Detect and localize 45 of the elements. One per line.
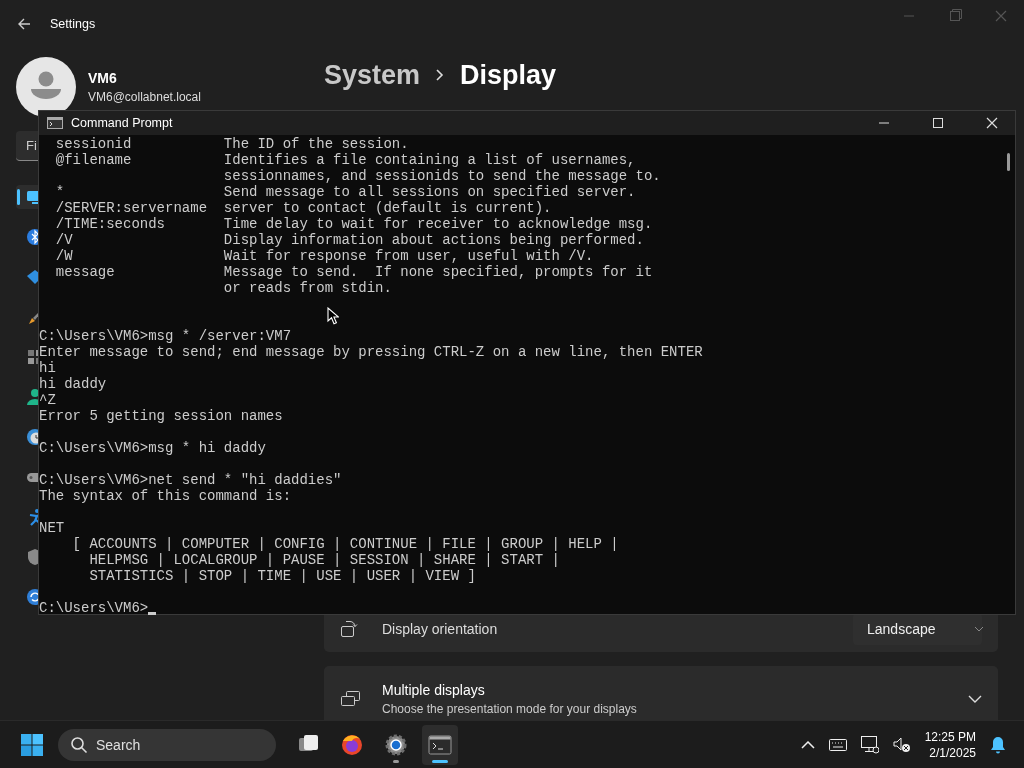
user-email: VM6@collabnet.local — [88, 90, 201, 104]
taskbar-app-button[interactable] — [422, 724, 458, 765]
chevron-down-icon[interactable] — [968, 695, 982, 703]
console-output: C:\Users\VM6>msg * /server:VM7 Enter message to send; end message by pressing CTRL-Z on a new line, then ENTER hi hi daddy ^Z Error 5 getting session names C:\Users\VM6>msg * hi daddy C:\Users\VM6>net send * "hi daddies" The syntax of this command is: NET [ ACCOUNTS | COMPUTER | CONFIG | CONTINUE | FILE | GROUP | HELP | HELPMSG | LOCALGROUP | PAUSE | SESSION | SHARE | START | STATISTICS | STOP | TIME | USE | USER | VIEW ] — [39, 328, 703, 584]
two-screens-icon — [340, 690, 362, 708]
browser-icon — [340, 732, 364, 757]
avatar-icon — [16, 57, 76, 117]
back-icon[interactable] — [16, 16, 32, 32]
window-title: Settings — [50, 17, 96, 31]
person-icon — [26, 388, 38, 406]
chevron-up-icon[interactable] — [800, 740, 815, 749]
search-field[interactable]: Fi — [16, 131, 38, 161]
user-name: VM6 — [88, 70, 118, 86]
text-cursor — [148, 612, 157, 615]
sidebar-item[interactable] — [16, 185, 38, 209]
windows-logo-icon[interactable] — [20, 732, 44, 757]
search-input[interactable]: Search — [96, 736, 246, 753]
console-icon — [47, 117, 63, 129]
window-title: Command Prompt — [71, 116, 173, 130]
settings-card[interactable]: Multiple displays Choose the presentation mode for your displays — [324, 666, 998, 720]
search-icon — [70, 735, 88, 754]
terminal-icon — [428, 732, 452, 757]
gear-icon — [384, 732, 408, 757]
page-title: Display — [460, 59, 557, 91]
keyboard-icon[interactable] — [828, 738, 847, 751]
orientation-dropdown[interactable]: Landscape — [853, 613, 982, 645]
monitor-icon — [26, 188, 38, 206]
mouse-pointer-icon — [327, 307, 339, 325]
setting-label: Multiple displays — [382, 682, 486, 698]
setting-label: Display orientation — [382, 621, 498, 637]
shield-icon — [26, 548, 38, 566]
speaker-muted-icon[interactable] — [892, 736, 911, 753]
breadcrumb-link[interactable]: System — [324, 59, 421, 91]
network-monitor-icon[interactable] — [860, 735, 879, 754]
console-output: sessionid The ID of the session. @filename Identifies a file containing a list of usernames, sessionnames, and sessionids to send the message to. * Send message to all sessions on specified server. /SERVER:servername server to contact (default is current). /TIME:seconds Time delay to wait for receiver to acknowledge msg. /V Display information about actions being performed. /W Wait for response from user, useful with /V. message Message to send. If none specified, prompts for it or reads from stdin. — [54, 136, 661, 296]
apps-icon — [26, 348, 38, 366]
search-box[interactable]: Search — [58, 728, 276, 761]
chevron-down-icon — [973, 626, 984, 632]
clock-date[interactable]: 2/1/2025 — [929, 744, 976, 761]
scrollbar-thumb[interactable] — [1006, 153, 1010, 171]
refresh-icon — [26, 588, 38, 606]
clock-time[interactable]: 12:25 PM — [924, 728, 976, 745]
bell-icon[interactable] — [990, 735, 1006, 754]
command-prompt: C:\Users\VM6> — [39, 600, 149, 616]
setting-description: Choose the presentation mode for your displays — [382, 702, 637, 716]
